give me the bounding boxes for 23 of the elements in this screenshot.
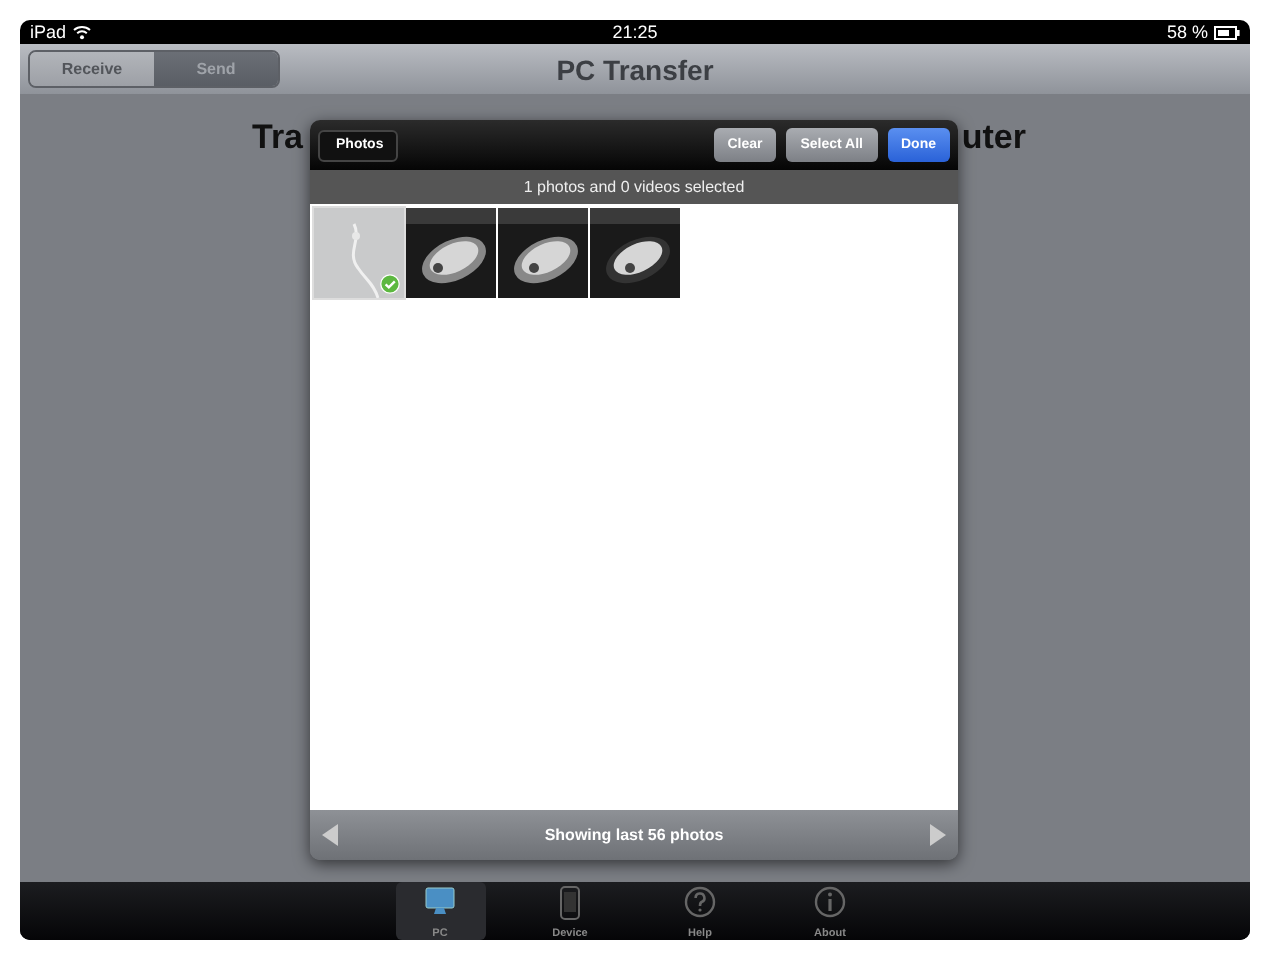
- left-arrow-icon[interactable]: [322, 824, 338, 846]
- device-name: iPad: [30, 22, 67, 42]
- selection-summary: 1 photos and 0 videos selected: [523, 178, 745, 196]
- help-icon: [684, 886, 716, 918]
- battery-percent: 58 %: [1166, 22, 1208, 42]
- photo-count-label: Showing last 56 photos: [544, 826, 724, 844]
- photo-thumbnail[interactable]: [590, 208, 680, 298]
- battery-icon: [1214, 25, 1240, 39]
- phone-icon: [560, 886, 580, 920]
- segment-tab[interactable]: Send: [154, 52, 278, 86]
- heading-fragment: Tra: [252, 118, 304, 158]
- checkmark-icon: [380, 274, 400, 294]
- monitor-icon: [424, 886, 456, 916]
- heading-fragment: uter: [961, 118, 1026, 158]
- screen-title: PC Transfer: [556, 53, 714, 85]
- clock: 21:25: [612, 22, 658, 42]
- photo-thumbnail[interactable]: [498, 208, 588, 298]
- segment-tab[interactable]: Receive: [30, 52, 154, 86]
- photo-thumbnail[interactable]: [406, 208, 496, 298]
- wifi-icon: [72, 24, 93, 40]
- photo-thumbnail[interactable]: [314, 208, 404, 298]
- info-icon: [814, 886, 846, 918]
- right-arrow-icon[interactable]: [930, 824, 946, 846]
